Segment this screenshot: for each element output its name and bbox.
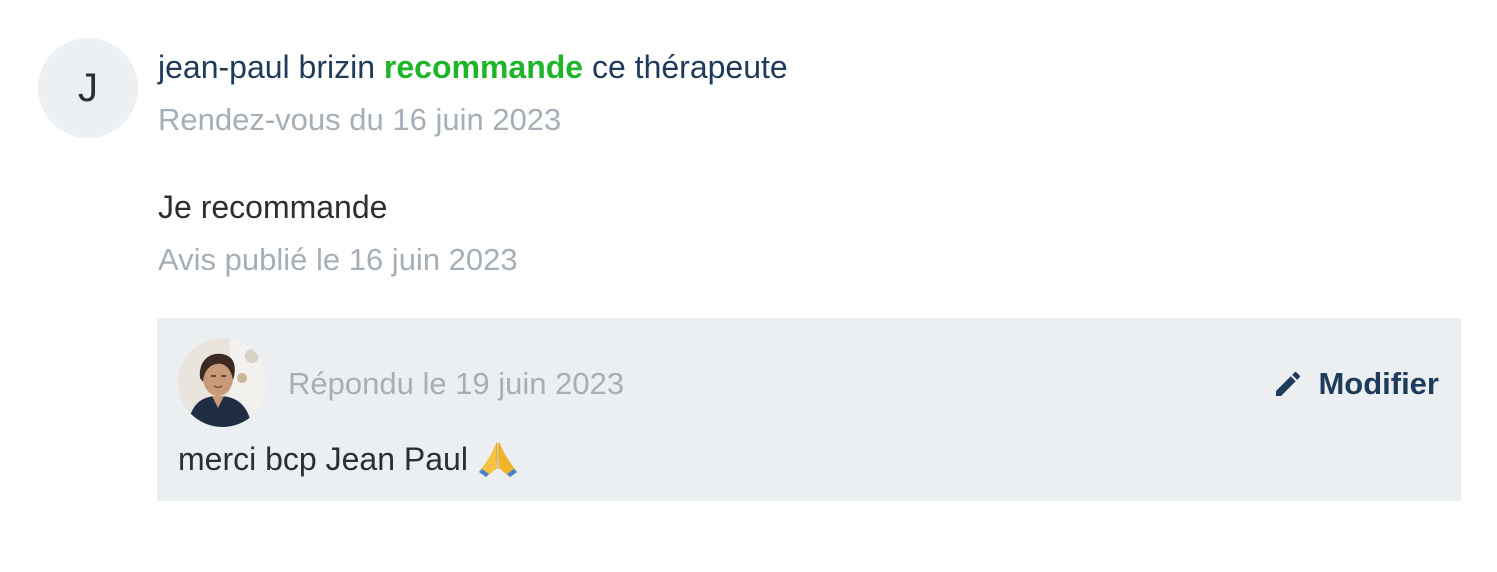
therapist-avatar — [178, 338, 267, 427]
author-avatar: J — [38, 38, 138, 138]
header-suffix: ce thérapeute — [591, 49, 788, 85]
modify-label: Modifier — [1318, 366, 1439, 401]
author-name: jean-paul brizin — [158, 49, 376, 85]
therapist-photo-icon — [178, 338, 267, 427]
appointment-date: Rendez-vous du 16 juin 2023 — [158, 102, 562, 137]
reply-message: merci bcp Jean Paul — [178, 438, 520, 480]
review-header: jean-paul brizin recommande ce thérapeut… — [158, 46, 788, 88]
reply-date: Répondu le 19 juin 2023 — [288, 366, 625, 401]
reply-text: merci bcp Jean Paul — [178, 441, 468, 477]
author-initial: J — [78, 65, 98, 110]
folded-hands-icon — [478, 441, 517, 477]
published-date: Avis publié le 16 juin 2023 — [158, 242, 518, 277]
recommend-label: recommande — [383, 49, 584, 85]
modify-button[interactable]: Modifier — [1272, 364, 1439, 404]
pencil-icon — [1276, 371, 1301, 396]
review-text: Je recommande — [158, 189, 388, 225]
reply-box: Répondu le 19 juin 2023 Modifier merci b… — [157, 318, 1461, 501]
